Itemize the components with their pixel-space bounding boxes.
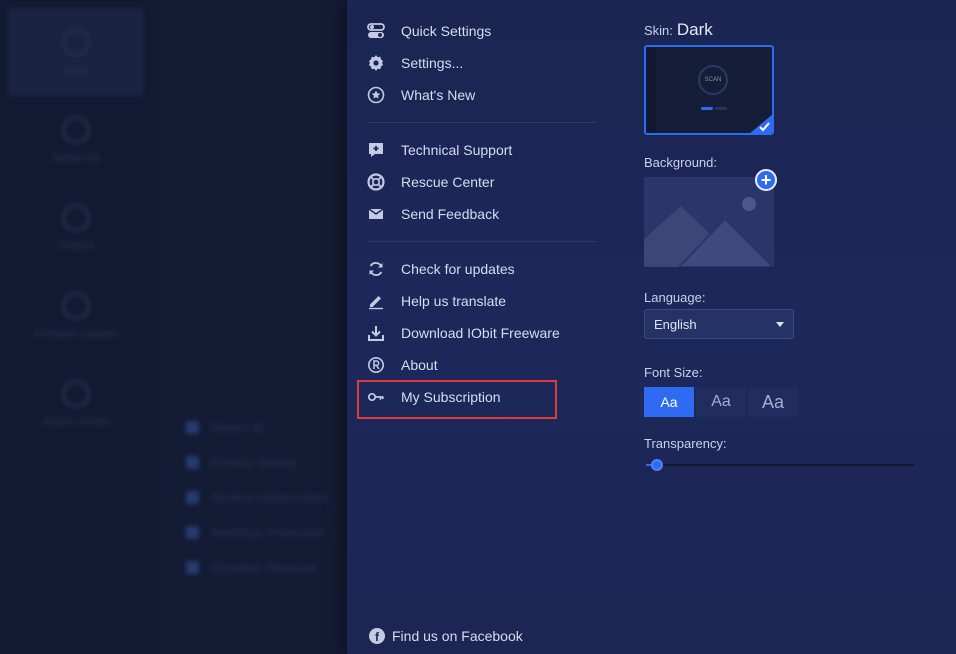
menu-item-whats-new[interactable]: What's New xyxy=(359,79,599,111)
refresh-icon xyxy=(367,260,385,278)
bg-nav-action-center: Action Center xyxy=(8,360,144,448)
menu-item-help-translate[interactable]: Help us translate xyxy=(359,285,599,317)
gear-icon xyxy=(367,54,385,72)
font-size-label: Font Size: xyxy=(644,365,703,380)
chevron-down-icon xyxy=(776,321,784,327)
key-icon xyxy=(367,388,385,406)
bg-nav-speedup: Speed Up xyxy=(8,96,144,184)
menu-item-rescue-center[interactable]: Rescue Center xyxy=(359,166,599,198)
slider-track xyxy=(646,464,914,466)
bg-nav-scan: Scan xyxy=(8,8,144,96)
skin-preview-bar xyxy=(715,107,727,110)
menu-item-quick-settings[interactable]: Quick Settings xyxy=(359,15,599,47)
toggles-icon xyxy=(367,22,385,40)
menu-item-settings[interactable]: Settings... xyxy=(359,47,599,79)
menu-item-technical-support[interactable]: Technical Support xyxy=(359,134,599,166)
font-size-selector: Aa Aa Aa xyxy=(644,387,800,417)
background-thumbnail[interactable] xyxy=(644,177,774,267)
menu-item-label: My Subscription xyxy=(401,389,501,405)
lifebuoy-icon xyxy=(367,173,385,191)
skin-row: Skin: Dark xyxy=(644,20,713,40)
menu-item-check-updates[interactable]: Check for updates xyxy=(359,253,599,285)
menu-item-label: What's New xyxy=(401,87,476,103)
bg-check-item: Spyware Removal xyxy=(186,550,330,585)
menu-item-label: Settings... xyxy=(401,55,464,71)
menu-item-label: Download IObit Freeware xyxy=(401,325,560,341)
bg-nav-protect: Protect xyxy=(8,184,144,272)
background-sidebar: Scan Speed Up Protect Software Updater A… xyxy=(0,0,150,654)
bg-nav-software-updater: Software Updater xyxy=(8,272,144,360)
skin-value: Dark xyxy=(676,20,713,39)
pencil-icon xyxy=(367,292,385,310)
bg-check-item: System Optimization xyxy=(186,480,330,515)
skin-dark-thumbnail[interactable]: SCAN xyxy=(644,45,774,135)
background-check-list: Detect IE Privacy Sweep System Optimizat… xyxy=(186,410,330,585)
menu-item-send-feedback[interactable]: Send Feedback xyxy=(359,198,599,230)
support-chat-icon xyxy=(367,141,385,159)
skin-preview-bar xyxy=(701,107,713,110)
skin-preview-scan-circle: SCAN xyxy=(698,65,728,95)
transparency-label: Transparency: xyxy=(644,436,727,451)
facebook-icon: f xyxy=(369,628,385,644)
menu-item-about[interactable]: About xyxy=(359,349,599,381)
registered-icon xyxy=(367,356,385,374)
menu-item-label: About xyxy=(401,357,438,373)
checkmark-icon xyxy=(750,114,772,133)
image-placeholder-icon xyxy=(644,177,774,267)
menu-item-download-freeware[interactable]: Download IObit Freeware xyxy=(359,317,599,349)
background-app: Scan Speed Up Protect Software Updater A… xyxy=(0,0,347,654)
bg-check-item: AntiVirus Protection xyxy=(186,515,330,550)
envelope-icon xyxy=(367,205,385,223)
menu-divider xyxy=(367,241,597,242)
menu-item-label: Technical Support xyxy=(401,142,513,158)
background-label: Background: xyxy=(644,155,717,170)
facebook-link-label: Find us on Facebook xyxy=(392,628,523,644)
font-size-small-button[interactable]: Aa xyxy=(644,387,694,417)
main-menu: Quick Settings Settings... What's New Te… xyxy=(359,15,599,413)
menu-item-label: Quick Settings xyxy=(401,23,492,39)
font-size-medium-button[interactable]: Aa xyxy=(696,387,746,417)
bg-check-item: Privacy Sweep xyxy=(186,445,330,480)
language-label: Language: xyxy=(644,290,706,305)
menu-divider xyxy=(367,122,597,123)
font-size-large-button[interactable]: Aa xyxy=(748,387,798,417)
menu-item-label: Send Feedback xyxy=(401,206,500,222)
language-dropdown[interactable]: English xyxy=(644,309,794,339)
transparency-slider[interactable] xyxy=(646,458,914,472)
add-background-button[interactable]: + xyxy=(755,169,777,191)
menu-item-my-subscription[interactable]: My Subscription xyxy=(359,381,599,413)
skin-preview-scan-text: SCAN xyxy=(704,77,722,83)
facebook-link[interactable]: f Find us on Facebook xyxy=(369,628,523,644)
skin-label: Skin: xyxy=(644,23,673,38)
language-value: English xyxy=(654,316,697,332)
bg-check-item: Detect IE xyxy=(186,410,330,445)
skin-preview-sidebar xyxy=(646,47,656,133)
menu-item-label: Help us translate xyxy=(401,293,507,309)
download-icon xyxy=(367,324,385,342)
menu-item-label: Check for updates xyxy=(401,261,515,277)
slider-thumb[interactable] xyxy=(650,459,663,471)
star-circle-icon xyxy=(367,86,385,104)
menu-item-label: Rescue Center xyxy=(401,174,495,190)
settings-panel: Quick Settings Settings... What's New Te… xyxy=(347,0,956,654)
